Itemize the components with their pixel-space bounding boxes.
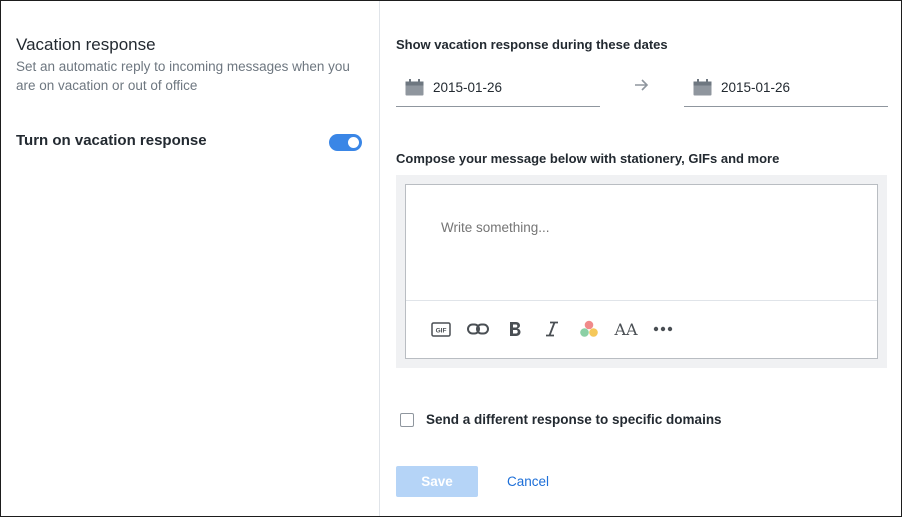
arrow-right-icon [634, 78, 649, 97]
vacation-response-settings: Vacation response Set an automatic reply… [0, 0, 902, 517]
domains-option: Send a different response to specific do… [400, 412, 722, 427]
start-date-value: 2015-01-26 [433, 80, 503, 95]
compose-toolbar: GIF AA [430, 318, 689, 340]
compose-divider [406, 300, 877, 301]
settings-description: Set an automatic reply to incoming messa… [16, 59, 350, 93]
end-date-field[interactable]: 2015-01-26 [684, 71, 888, 107]
vacation-toggle-label: Turn on vacation response [16, 132, 207, 149]
calendar-icon [693, 79, 712, 101]
compose-label: Compose your message below with statione… [396, 151, 780, 166]
settings-description-pane: Vacation response Set an automatic reply… [1, 1, 380, 516]
domains-checkbox[interactable] [400, 412, 414, 427]
end-date-value: 2015-01-26 [721, 80, 791, 95]
link-icon[interactable] [467, 318, 489, 340]
compose-container: GIF [396, 175, 887, 368]
dates-label: Show vacation response during these date… [396, 37, 668, 52]
gif-icon[interactable]: GIF [430, 318, 452, 340]
italic-icon[interactable] [541, 318, 563, 340]
save-button[interactable]: Save [396, 466, 478, 497]
toggle-knob [348, 137, 359, 148]
more-icon[interactable] [652, 318, 674, 340]
cancel-button[interactable]: Cancel [492, 466, 564, 497]
calendar-icon [405, 79, 424, 101]
message-input[interactable] [439, 219, 863, 236]
vacation-response-form: Show vacation response during these date… [380, 1, 901, 516]
font-size-icon[interactable]: AA [614, 318, 637, 340]
settings-title: Vacation response [16, 35, 156, 54]
color-palette-icon[interactable] [578, 318, 600, 340]
gif-icon-label: GIF [436, 327, 447, 334]
compose-editor: GIF [405, 184, 878, 359]
vacation-response-toggle[interactable] [329, 134, 362, 151]
domains-checkbox-label: Send a different response to specific do… [426, 412, 722, 427]
bold-icon[interactable] [504, 318, 526, 340]
start-date-field[interactable]: 2015-01-26 [396, 71, 600, 107]
